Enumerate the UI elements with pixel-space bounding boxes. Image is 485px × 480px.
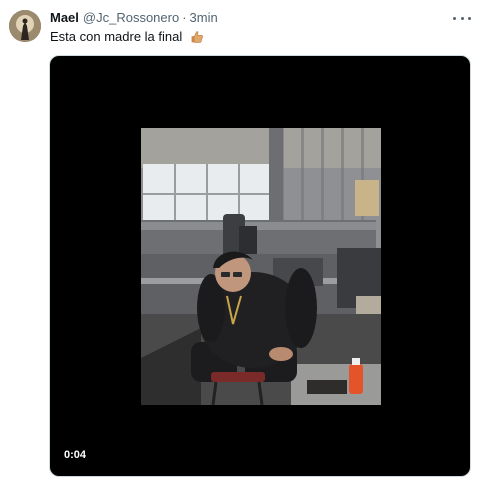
more-options-icon[interactable] [453,11,471,25]
tweet: Mael @Jc_Rossonero · 3min Esta con madre… [0,0,485,480]
video-thumbnail [141,128,381,405]
video-duration: 0:04 [64,449,87,461]
separator-dot: · [182,10,187,25]
avatar[interactable] [9,10,41,42]
author-handle[interactable]: @Jc_Rossonero [83,10,179,26]
timestamp[interactable]: 3min [190,10,218,26]
tweet-header: Mael @Jc_Rossonero · 3min [50,10,218,26]
tweet-text: Esta con madre la final [50,28,204,45]
avatar-image [9,10,41,42]
thumbs-up-icon [191,31,203,43]
tweet-text-content: Esta con madre la final [50,29,183,44]
video-frame[interactable] [141,128,381,405]
video-player[interactable]: 0:04 [49,55,471,477]
author-display-name[interactable]: Mael [50,10,79,26]
